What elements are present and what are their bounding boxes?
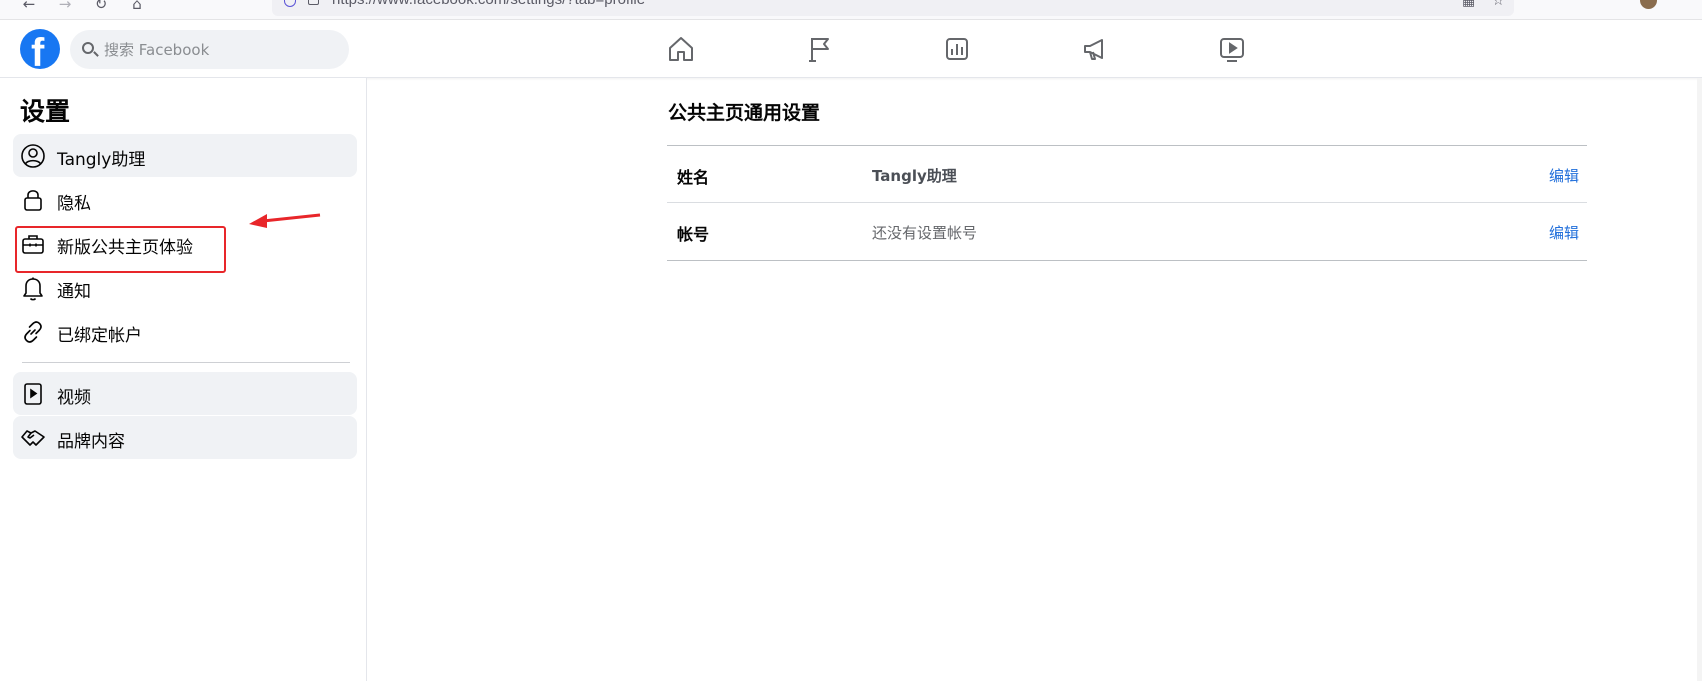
search-icon [82,42,94,54]
row-value: Tangly助理 [872,167,957,185]
sidebar-item-profile[interactable]: Tangly助理 [13,134,357,177]
reload-icon[interactable]: ↻ [90,0,112,14]
row-value: 还没有设置帐号 [872,224,978,242]
browser-toolbar: ← → ↻ ⌂ https://www.facebook.com/setting… [0,0,1702,20]
annotation-arrow [249,213,321,228]
settings-table: 姓名 Tangly助理 编辑 帐号 还没有设置帐号 编辑 [667,145,1587,261]
sidebar-item-label: Tangly助理 [57,150,146,170]
lock-icon [20,187,46,213]
url-text[interactable]: https://www.facebook.com/settings/?tab=p… [332,0,645,8]
highlight-box [15,226,226,273]
megaphone-icon[interactable] [1080,34,1110,64]
link-icon [20,319,46,345]
sidebar-item-label: 已绑定帐户 [57,326,142,346]
sidebar-item-label: 品牌内容 [57,432,125,452]
sidebar-item-label: 视频 [57,388,91,408]
page-title: 公共主页通用设置 [668,102,821,124]
row-key: 帐号 [677,225,710,244]
sidebar-item-label: 隐私 [57,194,91,214]
settings-row-name: 姓名 Tangly助理 编辑 [667,145,1587,203]
lock-icon[interactable] [308,0,319,5]
video-icon[interactable] [1217,34,1247,64]
scrollbar[interactable] [1697,78,1702,681]
sidebar-divider [22,362,350,363]
arrow-right-icon[interactable]: → [54,0,76,14]
sidebar-item-branded-content[interactable]: 品牌内容 [13,416,357,459]
home-icon[interactable]: ⌂ [126,0,148,14]
edit-username-link[interactable]: 编辑 [1549,222,1579,243]
home-icon[interactable] [666,34,696,64]
profile-avatar[interactable] [1640,0,1657,9]
row-key: 姓名 [677,168,710,187]
user-circle-icon [20,143,46,169]
translate-icon[interactable]: ▦ [1462,0,1475,9]
chart-icon[interactable] [942,34,972,64]
edit-name-link[interactable]: 编辑 [1549,165,1579,186]
handshake-icon [20,425,46,451]
video-file-icon [20,381,46,407]
url-bar[interactable]: https://www.facebook.com/settings/?tab=p… [272,0,1514,16]
sidebar-item-linked-accounts[interactable]: 已绑定帐户 [13,310,357,353]
star-icon[interactable]: ☆ [1492,0,1505,9]
top-navigation: f [0,20,1702,78]
search-input[interactable] [104,30,339,69]
facebook-logo[interactable]: f [20,29,60,69]
sidebar-item-label: 通知 [57,282,91,302]
search-box[interactable] [70,30,349,69]
flag-icon[interactable] [805,34,835,64]
bell-icon [20,275,46,301]
sidebar-title: 设置 [20,97,71,126]
settings-sidebar: 设置 Tangly助理 隐私 新版公共主页体验 通知 已绑定帐户 视频 品牌内容 [0,78,367,681]
settings-row-username: 帐号 还没有设置帐号 编辑 [667,203,1587,261]
tracking-shield-icon[interactable] [284,0,296,7]
arrow-left-icon[interactable]: ← [18,0,40,14]
sidebar-item-video[interactable]: 视频 [13,372,357,415]
